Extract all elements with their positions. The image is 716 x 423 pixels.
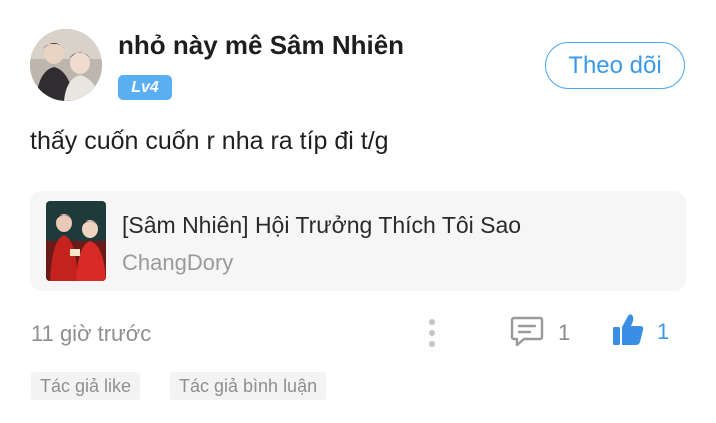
follow-button[interactable]: Theo dõi xyxy=(545,42,685,89)
more-vertical-icon[interactable] xyxy=(424,318,440,348)
comment-timestamp: 11 giờ trước xyxy=(31,321,152,346)
reply-count: 1 xyxy=(558,320,571,345)
author-liked-tag: Tác giả like xyxy=(31,372,141,400)
story-card[interactable]: [Sâm Nhiên] Hội Trưởng Thích Tôi Sao Cha… xyxy=(30,191,686,291)
level-badge: Lv4 xyxy=(118,75,172,100)
comment-text: thấy cuốn cuốn r nha ra típ đi t/g xyxy=(30,127,389,155)
story-cover-image xyxy=(46,201,106,281)
author-replied-tag: Tác giả bình luận xyxy=(170,372,327,400)
story-title: [Sâm Nhiên] Hội Trưởng Thích Tôi Sao xyxy=(122,212,522,238)
thumbs-up-icon xyxy=(611,313,645,352)
username[interactable]: nhỏ này mê Sâm Nhiên xyxy=(118,30,404,61)
reply-button[interactable]: 1 xyxy=(510,316,570,350)
like-button[interactable]: 1 xyxy=(611,313,670,352)
story-author: ChangDory xyxy=(122,250,234,275)
user-avatar[interactable] xyxy=(30,29,102,101)
comment-icon xyxy=(510,315,544,352)
like-count: 1 xyxy=(657,319,670,344)
